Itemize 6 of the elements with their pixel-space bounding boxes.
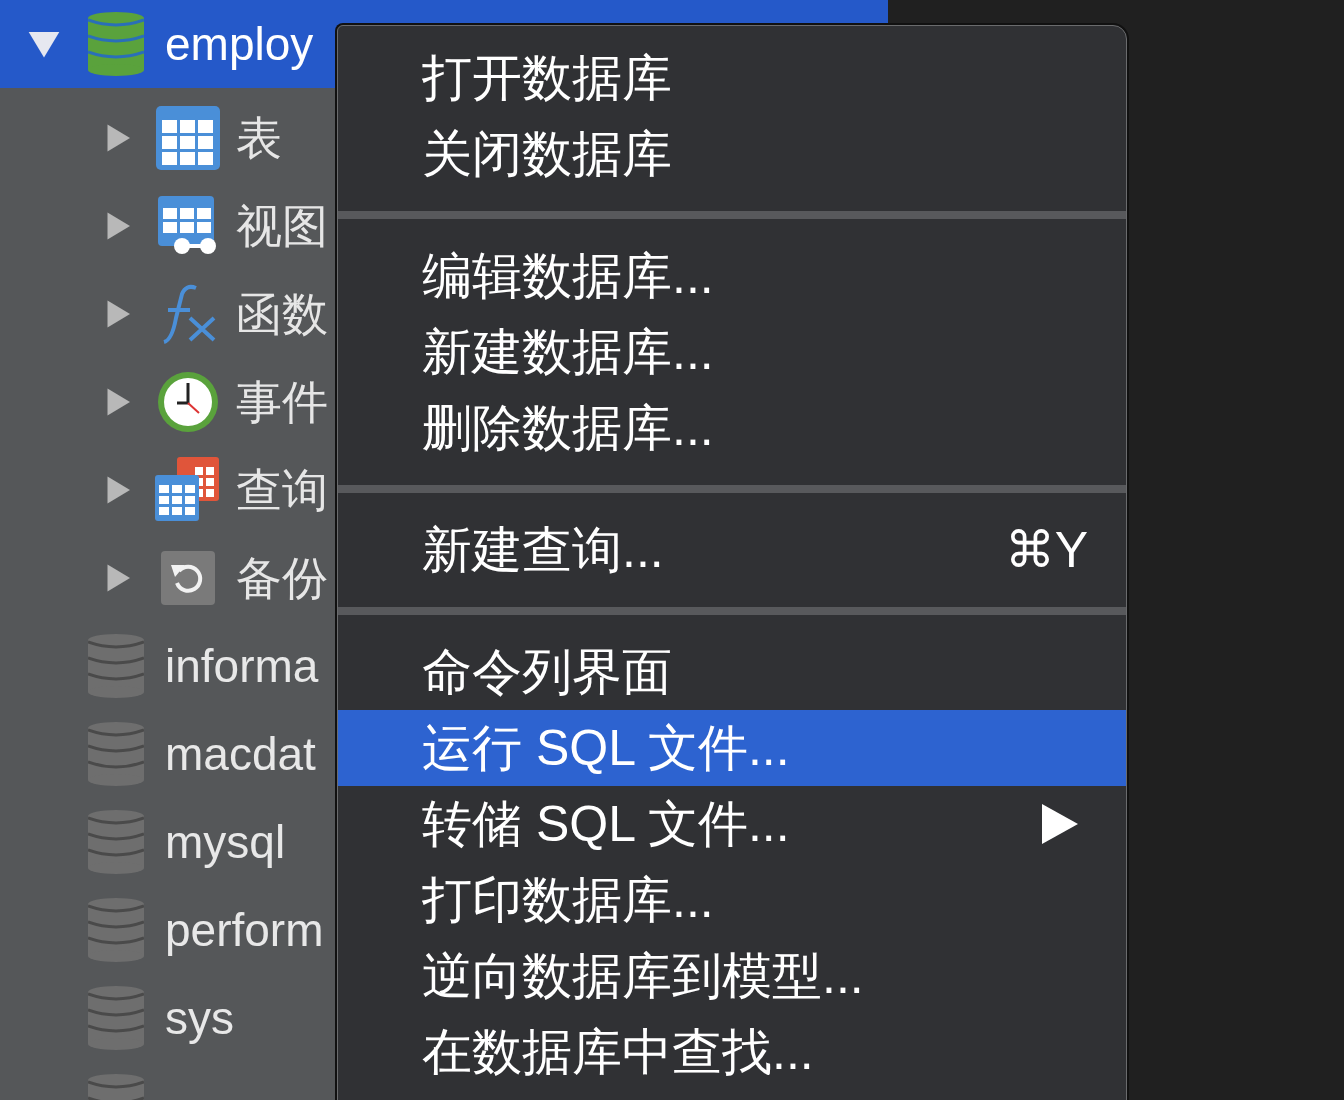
- database-name: mysql: [165, 814, 286, 870]
- database-name: employ: [165, 16, 314, 72]
- database-name: informa: [165, 638, 319, 694]
- database-name: perform: [165, 902, 324, 958]
- database-name: macdat: [165, 726, 316, 782]
- database-name: sys: [165, 990, 234, 1046]
